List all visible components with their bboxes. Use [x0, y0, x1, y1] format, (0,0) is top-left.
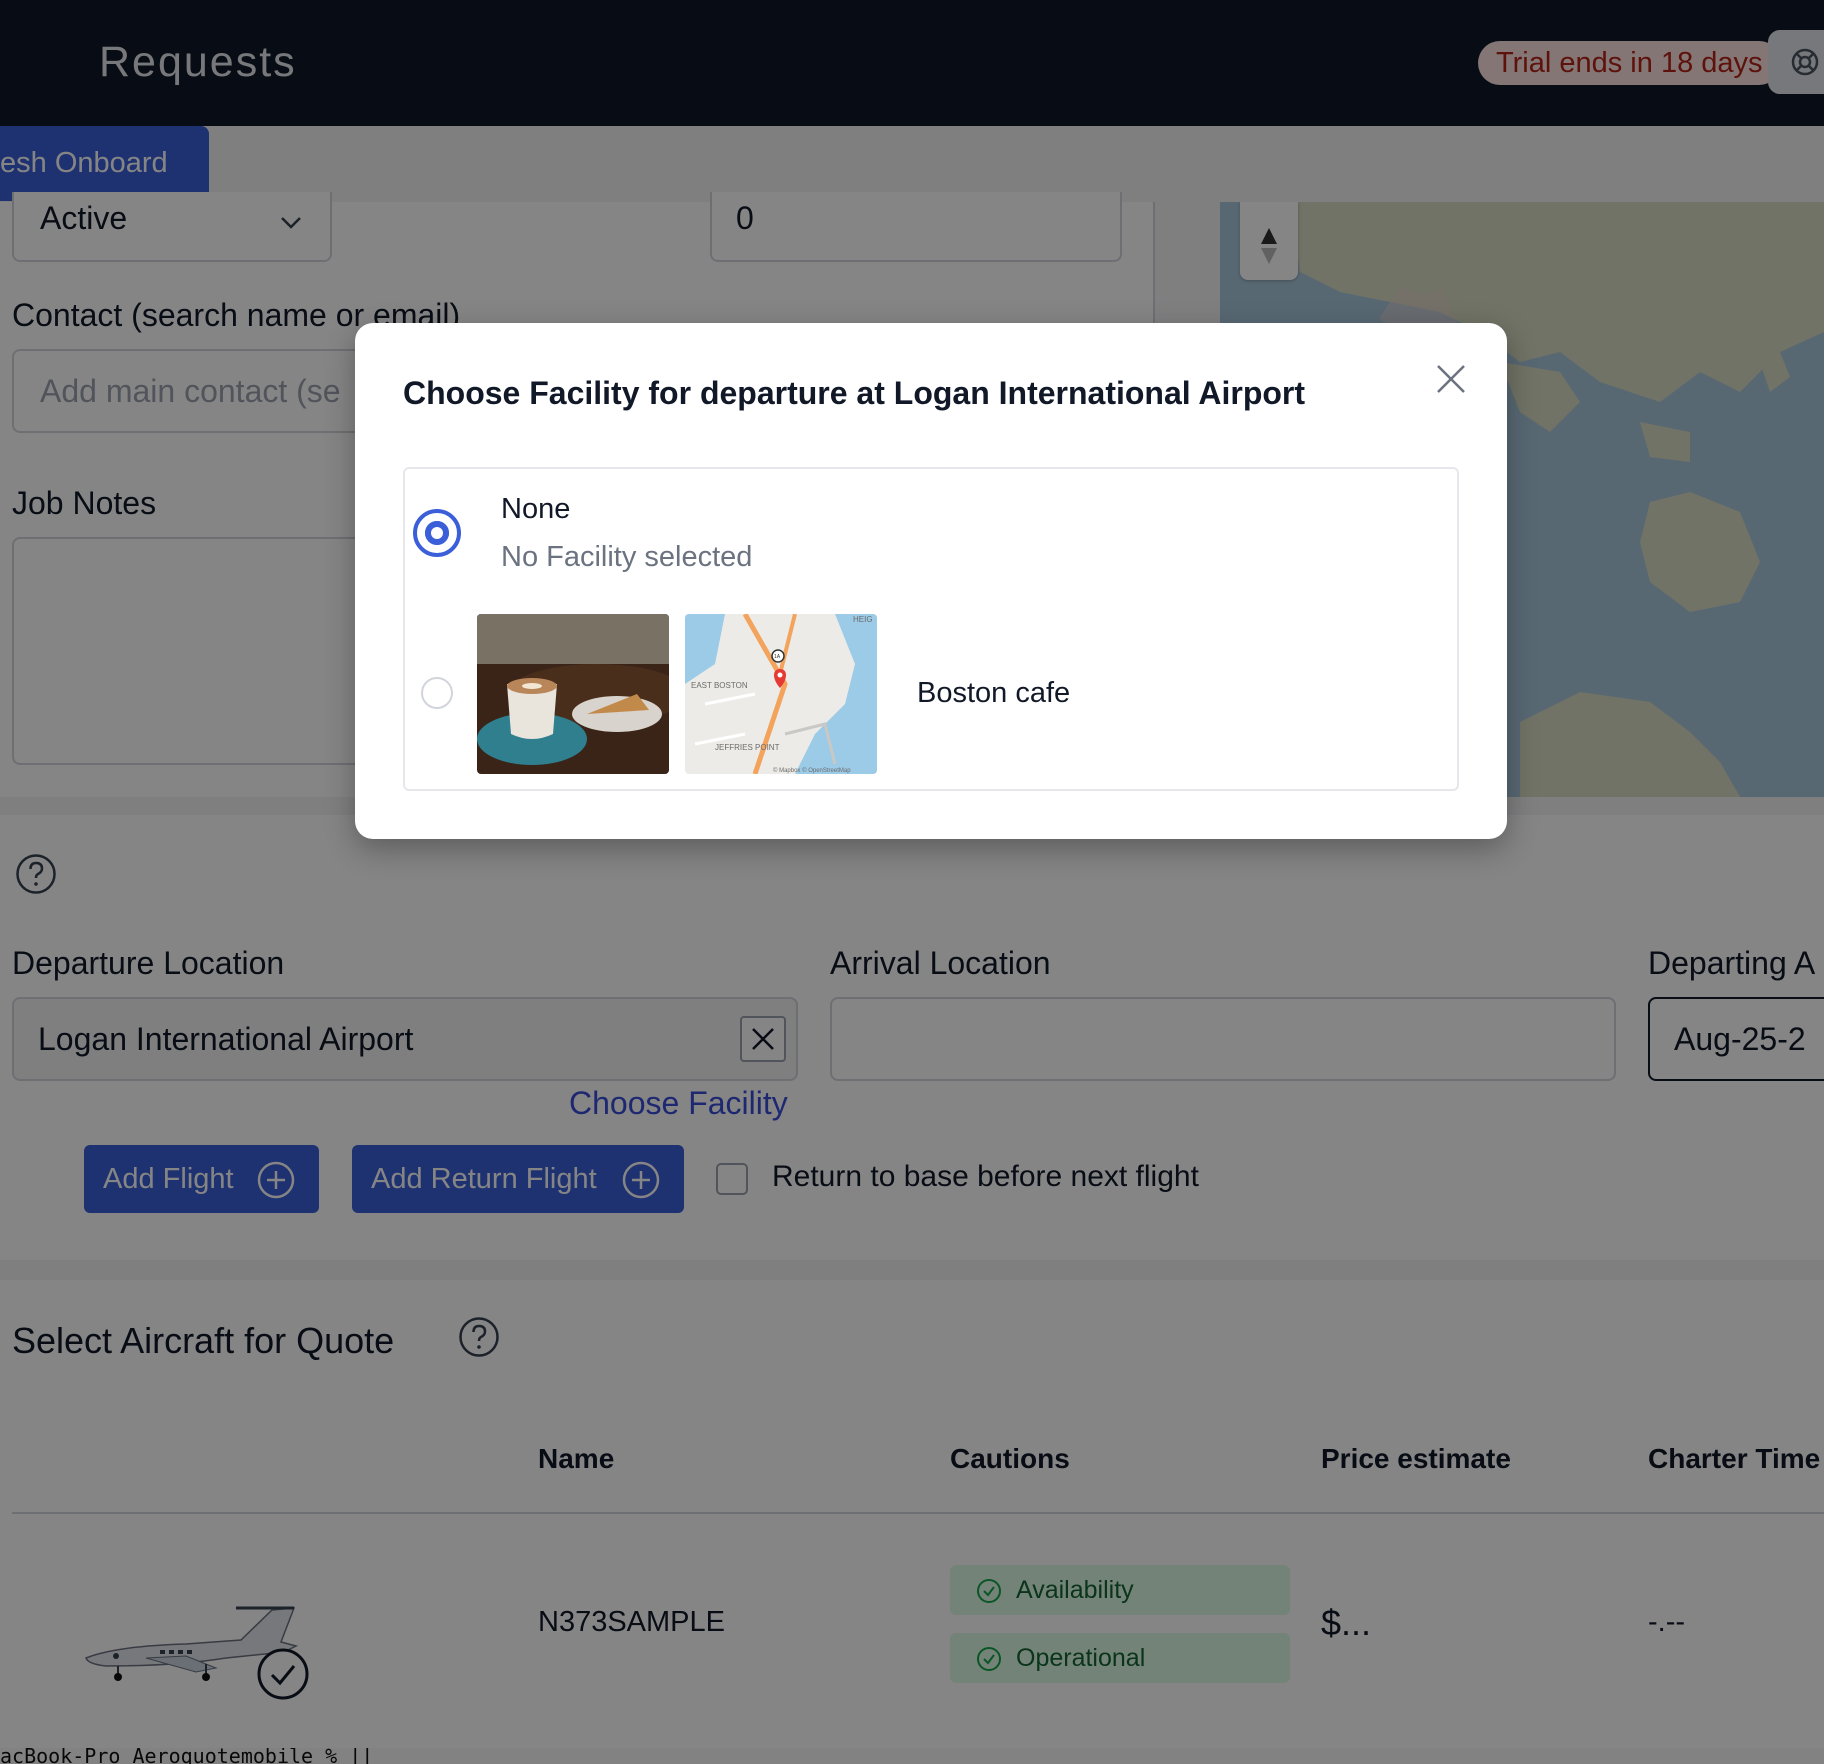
option-title: Boston cafe [917, 677, 1071, 709]
modal-title: Choose Facility for departure at Logan I… [403, 375, 1306, 411]
modal-backdrop[interactable] [0, 0, 1824, 1764]
facility-map-thumbnail: EAST BOSTON JEFFRIES POINT HEIG 1A © Map… [685, 614, 877, 774]
close-icon[interactable] [1435, 363, 1467, 395]
map-label-east-boston: EAST BOSTON [691, 681, 748, 690]
option-title: None [501, 493, 571, 525]
map-route-label: 1A [774, 654, 781, 660]
coffee-photo [477, 614, 669, 774]
map-thumbnail: EAST BOSTON JEFFRIES POINT HEIG 1A © Map… [685, 614, 877, 774]
option-subtitle: No Facility selected [501, 541, 753, 573]
facility-photo [477, 614, 669, 774]
map-label-heights: HEIG [853, 615, 873, 624]
map-attribution: © Mapbox © OpenStreetMap [773, 767, 851, 774]
radio-selected[interactable] [413, 509, 461, 557]
facility-options-list: None No Facility selected EAST BOSTON JE… [403, 467, 1459, 791]
choose-facility-modal: Choose Facility for departure at Logan I… [355, 323, 1507, 839]
map-label-jeffries-point: JEFFRIES POINT [715, 743, 780, 752]
radio-unselected[interactable] [421, 677, 453, 709]
